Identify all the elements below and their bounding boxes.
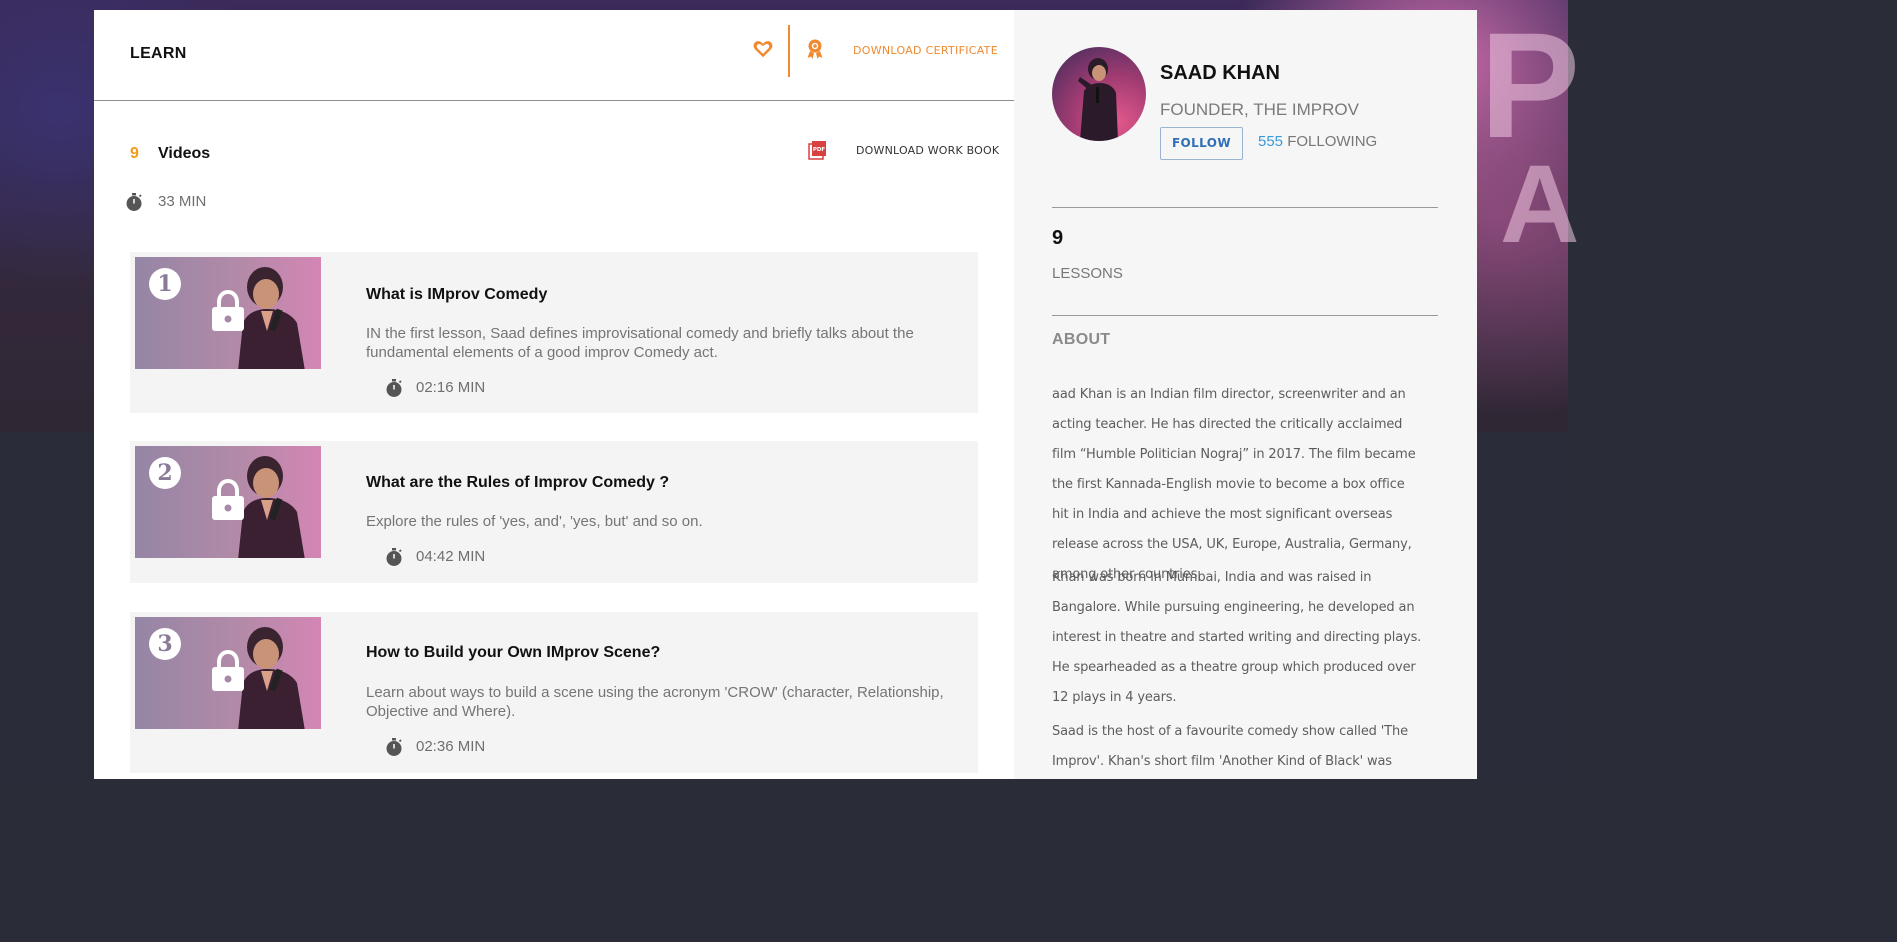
learn-header: LEARN DOWNLOAD CERTIFICATE — [94, 10, 1014, 101]
lessons-label: LESSONS — [1052, 265, 1123, 282]
lesson-duration-text: 04:42 MIN — [416, 548, 486, 565]
course-panel: LEARN DOWNLOAD CERTIFICATE 9 Videos PDF … — [94, 10, 1014, 779]
lock-icon — [212, 650, 244, 691]
following-count[interactable]: 555 FOLLOWING — [1258, 133, 1377, 150]
lesson-thumbnail[interactable]: 3 — [135, 617, 321, 729]
lock-icon — [212, 479, 244, 520]
divider — [1052, 207, 1438, 208]
pdf-icon[interactable]: PDF — [808, 140, 828, 160]
stopwatch-icon — [386, 738, 402, 756]
lesson-card[interactable]: 2 What are the Rules of Improv Comedy ? … — [130, 441, 978, 583]
hero-background-letter: A — [1500, 143, 1580, 266]
svg-text:PDF: PDF — [813, 147, 826, 153]
lesson-description: Explore the rules of 'yes, and', 'yes, b… — [366, 513, 703, 530]
lesson-number-badge: 3 — [149, 628, 181, 660]
lesson-description: Learn about ways to build a scene using … — [366, 684, 944, 720]
lesson-number-badge: 1 — [149, 268, 181, 300]
hero-background-letter: P — [1480, 1, 1581, 169]
following-count-label: FOLLOWING — [1287, 133, 1378, 150]
avatar[interactable] — [1052, 47, 1146, 141]
header-divider — [788, 25, 790, 77]
about-paragraph: Saad is the host of a favourite comedy s… — [1052, 724, 1408, 769]
author-name: SAAD KHAN — [1160, 62, 1280, 84]
lesson-thumbnail[interactable]: 2 — [135, 446, 321, 558]
lesson-number-badge: 2 — [149, 457, 181, 489]
presenter-image — [238, 627, 305, 729]
follow-button[interactable]: FOLLOW — [1160, 127, 1243, 160]
lesson-title[interactable]: What is IMprov Comedy — [366, 286, 547, 304]
lesson-description: IN the first lesson, Saad defines improv… — [366, 325, 914, 361]
heart-icon[interactable] — [752, 38, 774, 60]
lesson-card[interactable]: 3 How to Build your Own IMprov Scene? Le… — [130, 612, 978, 773]
presenter-image — [238, 456, 305, 558]
about-paragraph: aad Khan is an Indian film director, scr… — [1052, 387, 1416, 582]
lesson-duration-text: 02:16 MIN — [416, 379, 486, 396]
stopwatch-icon — [386, 379, 402, 397]
author-role: FOUNDER, THE IMPROV — [1160, 100, 1359, 119]
lesson-title[interactable]: What are the Rules of Improv Comedy ? — [366, 474, 669, 492]
stopwatch-icon — [386, 548, 402, 566]
download-certificate-link[interactable]: DOWNLOAD CERTIFICATE — [853, 44, 998, 57]
lock-icon — [212, 290, 244, 331]
stopwatch-icon — [126, 193, 142, 211]
following-count-number: 555 — [1258, 133, 1284, 150]
video-count-number: 9 — [130, 145, 139, 162]
presenter-image — [238, 267, 305, 369]
award-ribbon-icon[interactable] — [805, 38, 825, 60]
about-paragraph: Khan was born in Mumbai, India and was r… — [1052, 570, 1422, 705]
download-workbook-link[interactable]: DOWNLOAD WORK BOOK — [856, 144, 999, 157]
lesson-duration-text: 02:36 MIN — [416, 738, 486, 755]
page-title: LEARN — [130, 45, 187, 62]
lessons-count: 9 — [1052, 227, 1064, 249]
author-sidebar: SAAD KHAN FOUNDER, THE IMPROV FOLLOW 555… — [1014, 10, 1477, 779]
lesson-thumbnail[interactable]: 1 — [135, 257, 321, 369]
lesson-card[interactable]: 1 What is IMprov Comedy IN the first les… — [130, 252, 978, 413]
about-heading: ABOUT — [1052, 331, 1111, 348]
video-count-label: Videos — [158, 145, 211, 162]
author-photo — [1078, 58, 1118, 141]
divider — [1052, 315, 1438, 316]
total-duration-text: 33 MIN — [158, 193, 207, 210]
lesson-title[interactable]: How to Build your Own IMprov Scene? — [366, 644, 660, 662]
